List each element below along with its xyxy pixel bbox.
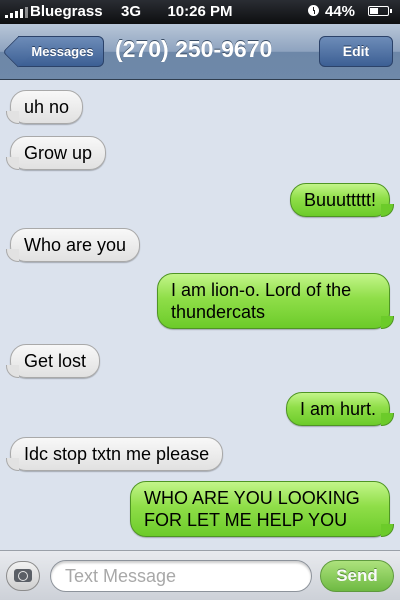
camera-icon xyxy=(14,569,32,582)
back-button-label: Messages xyxy=(31,44,94,59)
message-input[interactable] xyxy=(50,560,312,592)
message-bubble-outgoing[interactable]: I am hurt. xyxy=(285,392,395,426)
message-bubble-incoming[interactable]: Get lost xyxy=(5,344,101,378)
message-bubble-incoming[interactable]: uh no xyxy=(5,90,84,124)
status-bar: Bluegrass 3G 10:26 PM 44% xyxy=(0,0,400,24)
message-bubble-outgoing[interactable]: Buuuttttt! xyxy=(289,183,395,217)
battery-icon xyxy=(368,6,392,16)
send-button[interactable]: Send xyxy=(320,560,394,592)
message-bubble-incoming[interactable]: Idc stop txtn me please xyxy=(5,437,224,471)
message-bubble-outgoing[interactable]: I am lion-o. Lord of the thundercats xyxy=(157,273,394,329)
battery-percent: 44% xyxy=(325,3,356,20)
contact-title: (270) 250-9670 xyxy=(115,36,273,62)
camera-button[interactable] xyxy=(6,561,40,591)
nav-bar: Messages (270) 250-9670 Edit xyxy=(0,24,400,80)
message-bubble-incoming[interactable]: Who are you xyxy=(5,228,141,262)
back-button[interactable]: Messages xyxy=(18,36,104,67)
message-composer: Send xyxy=(0,550,400,600)
message-bubble-incoming[interactable]: Grow up xyxy=(5,136,107,170)
message-thread[interactable]: uh no Grow up Buuuttttt! Who are you I a… xyxy=(0,80,400,550)
alarm-icon xyxy=(308,5,319,16)
edit-button[interactable]: Edit xyxy=(319,36,393,67)
message-bubble-outgoing[interactable]: WHO ARE YOU LOOKING FOR LET ME HELP YOU xyxy=(130,481,394,537)
